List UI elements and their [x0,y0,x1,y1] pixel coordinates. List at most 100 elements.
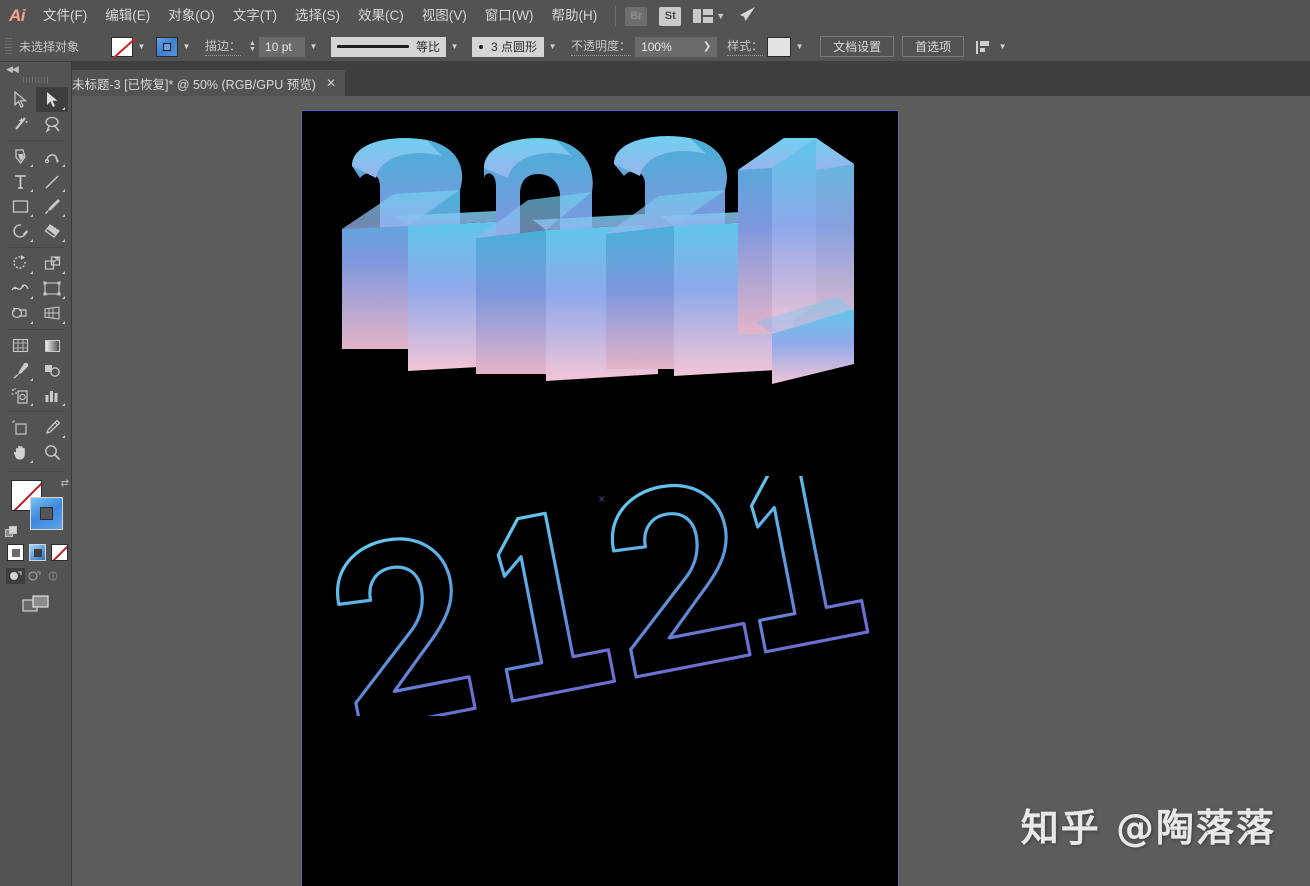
pen-tool[interactable] [4,144,36,169]
tool-flyout-corner [30,239,33,242]
column-graph-tool[interactable] [36,383,68,408]
tool-flyout-corner [62,296,65,299]
swap-fill-stroke-icon[interactable]: ⇄ [61,478,69,489]
draw-behind-button[interactable] [25,568,44,584]
bridge-button[interactable]: Br [625,6,648,26]
tool-flyout-corner [30,164,33,167]
fill-swatch[interactable] [111,36,133,57]
control-bar: 未选择对象 ▼ ▼ 描边： ▲ ▼ 10 pt ▼ 等比 ▼ 3 点圆形 ▼ 不透… [0,32,1310,62]
menu-type[interactable]: 文字(T) [224,0,286,32]
align-dropdown-arrow[interactable]: ▼ [994,37,1011,57]
mesh-tool[interactable] [4,333,36,358]
tool-flyout-corner [62,189,65,192]
stroke-profile-selector[interactable]: 等比 [331,36,447,57]
color-mode-button[interactable] [7,544,24,561]
tool-flyout-corner [62,435,65,438]
perspective-grid-tool[interactable] [36,301,68,326]
gradient-mode-button[interactable] [29,544,46,561]
none-mode-button[interactable] [51,544,68,561]
menu-edit[interactable]: 编辑(E) [96,0,159,32]
menu-view[interactable]: 视图(V) [413,0,476,32]
direct-selection-tool[interactable] [36,87,68,112]
stroke-weight-input[interactable]: 10 pt [259,36,306,57]
magic-wand-tool[interactable] [4,112,36,137]
tool-flyout-corner [62,164,65,167]
blend-tool[interactable] [36,358,68,383]
eyedropper-tool[interactable] [4,358,36,383]
tool-flyout-corner [62,214,65,217]
stroke-weight-label: 描边： [205,37,242,56]
line-segment-tool[interactable] [36,169,68,194]
artboard-tool[interactable] [4,415,36,440]
opacity-input[interactable]: 100% [635,36,698,57]
tool-flyout-corner [30,403,33,406]
opacity-label: 不透明度： [571,37,632,56]
fill-dropdown-arrow[interactable]: ▼ [133,37,150,57]
menu-file[interactable]: 文件(F) [34,0,96,32]
scale-tool[interactable] [36,251,68,276]
align-icon[interactable] [976,39,994,55]
watermark: 知乎 @陶落落 [1020,806,1276,850]
menu-select[interactable]: 选择(S) [286,0,349,32]
tool-flyout-corner [30,460,33,463]
gradient-tool[interactable] [36,333,68,358]
close-icon[interactable]: ✕ [326,77,336,89]
menu-object[interactable]: 对象(O) [159,0,224,32]
type-tool[interactable] [4,169,36,194]
extruded-2021-artwork[interactable] [332,134,892,419]
zoom-tool[interactable] [36,440,68,465]
stroke-dropdown-arrow[interactable]: ▼ [178,37,195,57]
workspace-layout-icon[interactable] [693,9,714,23]
document-tab[interactable]: 未标题-3 [已恢复]* @ 50% (RGB/GPU 预览) ✕ [60,70,346,96]
menu-window[interactable]: 窗口(W) [476,0,543,32]
tools-divider [8,411,64,412]
selection-tool[interactable] [4,87,36,112]
shaper-tool[interactable] [4,219,36,244]
canvas-area[interactable]: ✕ [72,96,1310,886]
draw-normal-button[interactable] [6,568,25,584]
stroke-swatch[interactable] [156,36,178,57]
control-bar-grip[interactable] [5,37,12,56]
style-dropdown-arrow[interactable]: ▼ [791,37,808,57]
outlined-2121-artwork[interactable] [322,476,882,716]
lasso-tool[interactable] [36,112,68,137]
draw-inside-button[interactable] [44,568,63,584]
stroke-weight-stepper[interactable]: ▲ ▼ [246,37,259,57]
screen-mode-button[interactable] [22,594,71,619]
brush-definition-selector[interactable]: 3 点圆形 [472,36,545,57]
document-tab-bar: 未标题-3 [已恢复]* @ 50% (RGB/GPU 预览) ✕ [0,62,1310,96]
curvature-tool[interactable] [36,144,68,169]
brush-dropdown-arrow[interactable]: ▼ [544,37,561,57]
eraser-tool[interactable] [36,219,68,244]
double-chevron-left-icon[interactable]: ◀◀ [0,62,71,76]
draw-mode-buttons [6,568,71,584]
tool-flyout-corner [30,214,33,217]
free-transform-tool[interactable] [36,276,68,301]
opacity-expand-arrow[interactable]: ❯ [697,36,718,57]
width-tool[interactable] [4,276,36,301]
document-setup-button[interactable]: 文档设置 [820,36,895,57]
hand-tool[interactable] [4,440,36,465]
preferences-button[interactable]: 首选项 [902,36,965,57]
stroke-weight-dropdown-arrow[interactable]: ▼ [305,37,322,57]
rectangle-tool[interactable] [4,194,36,219]
tools-panel-grip[interactable] [22,77,49,83]
color-mode-buttons [7,544,71,561]
stroke-profile-dropdown-arrow[interactable]: ▼ [446,37,463,57]
selection-status-label: 未选择对象 [19,40,80,54]
symbol-sprayer-tool[interactable] [4,383,36,408]
default-fill-stroke-icon[interactable] [5,526,18,539]
stroke-gradient-swatch[interactable] [30,497,63,530]
menu-help[interactable]: 帮助(H) [542,0,606,32]
stock-button[interactable]: St [659,6,682,26]
tool-flyout-corner [62,321,65,324]
menu-effect[interactable]: 效果(C) [349,0,413,32]
rotate-tool[interactable] [4,251,36,276]
artboard[interactable]: ✕ [301,110,899,886]
paintbrush-tool[interactable] [36,194,68,219]
style-swatch[interactable] [767,36,792,57]
shape-builder-tool[interactable] [4,301,36,326]
rocket-icon[interactable] [738,6,756,26]
chevron-down-icon[interactable]: ▼ [716,11,725,21]
slice-tool[interactable] [36,415,68,440]
